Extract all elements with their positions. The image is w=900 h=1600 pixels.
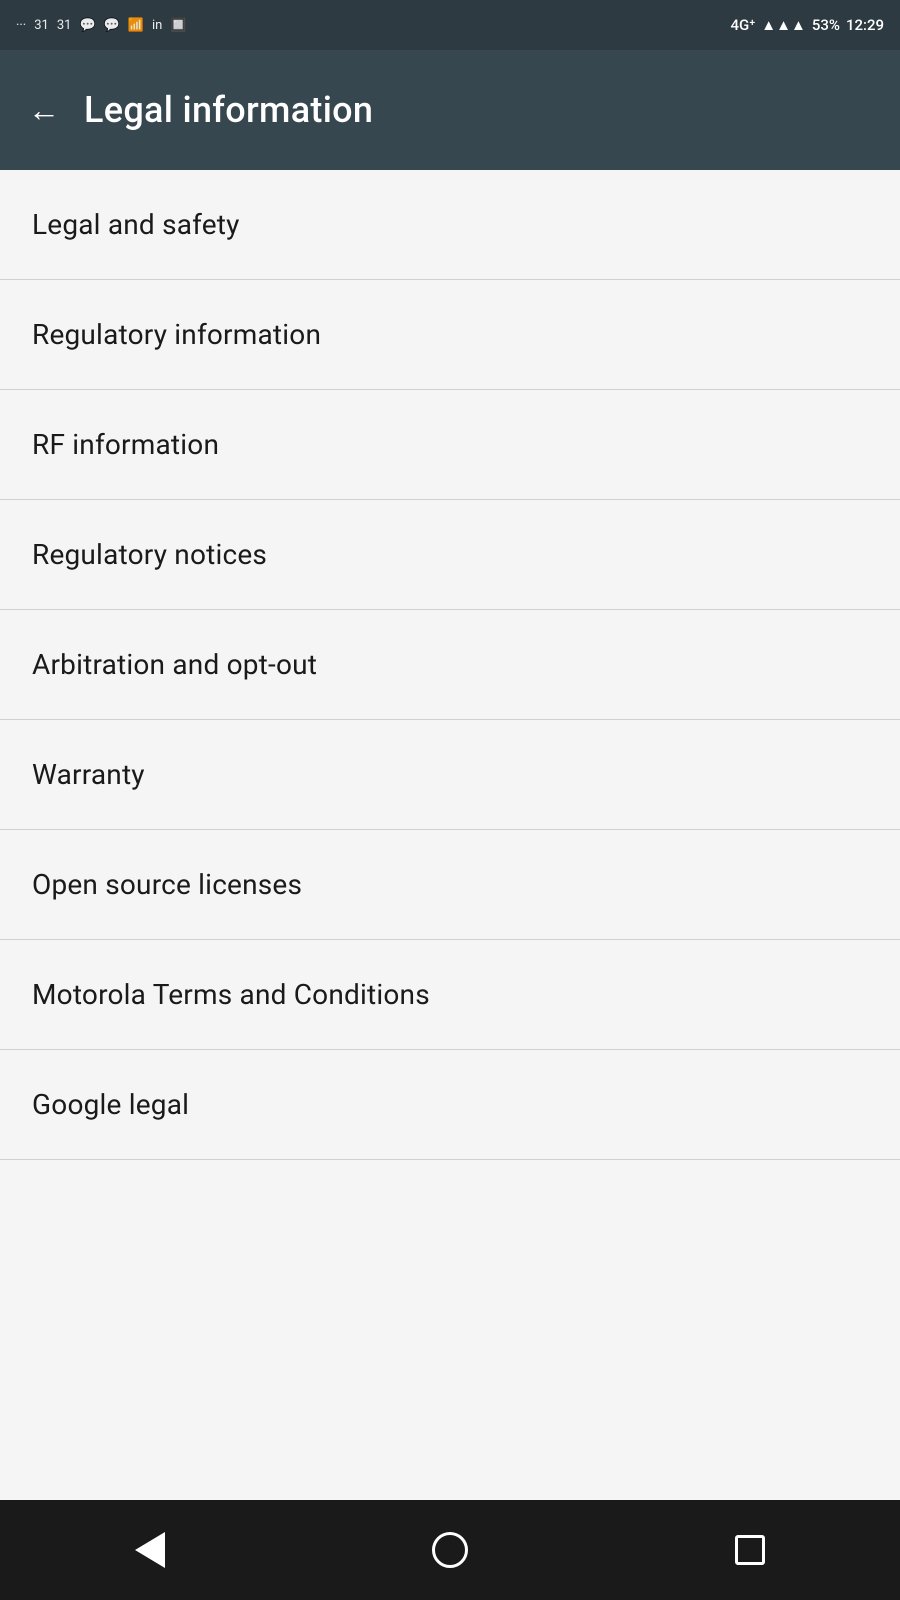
list-item-legal-and-safety[interactable]: Legal and safety	[0, 170, 900, 280]
battery-indicator: 53%	[812, 16, 840, 34]
list-item-regulatory-information[interactable]: Regulatory information	[0, 280, 900, 390]
time-display: 12:29	[846, 16, 884, 34]
app-bar: ← Legal information	[0, 50, 900, 170]
nav-back-button[interactable]	[120, 1520, 180, 1580]
list-item-rf-information[interactable]: RF information	[0, 390, 900, 500]
list-item-open-source-licenses[interactable]: Open source licenses	[0, 830, 900, 940]
status-bar-right: 4G⁺ ▲▲▲ 53% 12:29	[730, 16, 884, 34]
list-item-google-legal[interactable]: Google legal	[0, 1050, 900, 1160]
calendar-icon-2: 31	[57, 18, 72, 33]
notification-dots-icon: ···	[16, 18, 26, 33]
message-icon-2: 💬	[104, 18, 120, 33]
page-title: Legal information	[84, 89, 373, 131]
list-item-label-open-source-licenses: Open source licenses	[32, 868, 302, 901]
screenshot-icon: 🔲	[170, 18, 186, 33]
list-item-label-rf-information: RF information	[32, 428, 219, 461]
list-item-label-motorola-terms: Motorola Terms and Conditions	[32, 978, 430, 1011]
nav-home-button[interactable]	[420, 1520, 480, 1580]
status-bar: ··· 31 31 💬 💬 📶 in 🔲 4G⁺ ▲▲▲ 53% 12:29	[0, 0, 900, 50]
message-icon-1: 💬	[79, 18, 95, 33]
network-indicator: 4G⁺	[730, 16, 755, 34]
status-bar-left: ··· 31 31 💬 💬 📶 in 🔲	[16, 18, 187, 33]
list-item-motorola-terms[interactable]: Motorola Terms and Conditions	[0, 940, 900, 1050]
back-button[interactable]: ←	[28, 94, 60, 126]
list-item-regulatory-notices[interactable]: Regulatory notices	[0, 500, 900, 610]
list-item-label-regulatory-notices: Regulatory notices	[32, 538, 267, 571]
calendar-icon-1: 31	[34, 18, 49, 33]
list-item-arbitration-and-opt-out[interactable]: Arbitration and opt-out	[0, 610, 900, 720]
nav-bar	[0, 1500, 900, 1600]
signal-icon: ▲▲▲	[761, 16, 806, 34]
list-item-label-google-legal: Google legal	[32, 1088, 189, 1121]
linkedin-icon: in	[152, 18, 162, 33]
nav-recents-button[interactable]	[720, 1520, 780, 1580]
back-triangle-icon	[135, 1532, 165, 1568]
legal-info-list: Legal and safety Regulatory information RF…	[0, 170, 900, 1500]
list-item-label-arbitration-and-opt-out: Arbitration and opt-out	[32, 648, 317, 681]
list-item-warranty[interactable]: Warranty	[0, 720, 900, 830]
home-circle-icon	[432, 1532, 468, 1568]
recents-square-icon	[735, 1535, 765, 1565]
wifi-icon: 📶	[128, 18, 144, 33]
list-item-label-legal-and-safety: Legal and safety	[32, 208, 240, 241]
list-item-label-regulatory-information: Regulatory information	[32, 318, 321, 351]
list-item-label-warranty: Warranty	[32, 758, 145, 791]
